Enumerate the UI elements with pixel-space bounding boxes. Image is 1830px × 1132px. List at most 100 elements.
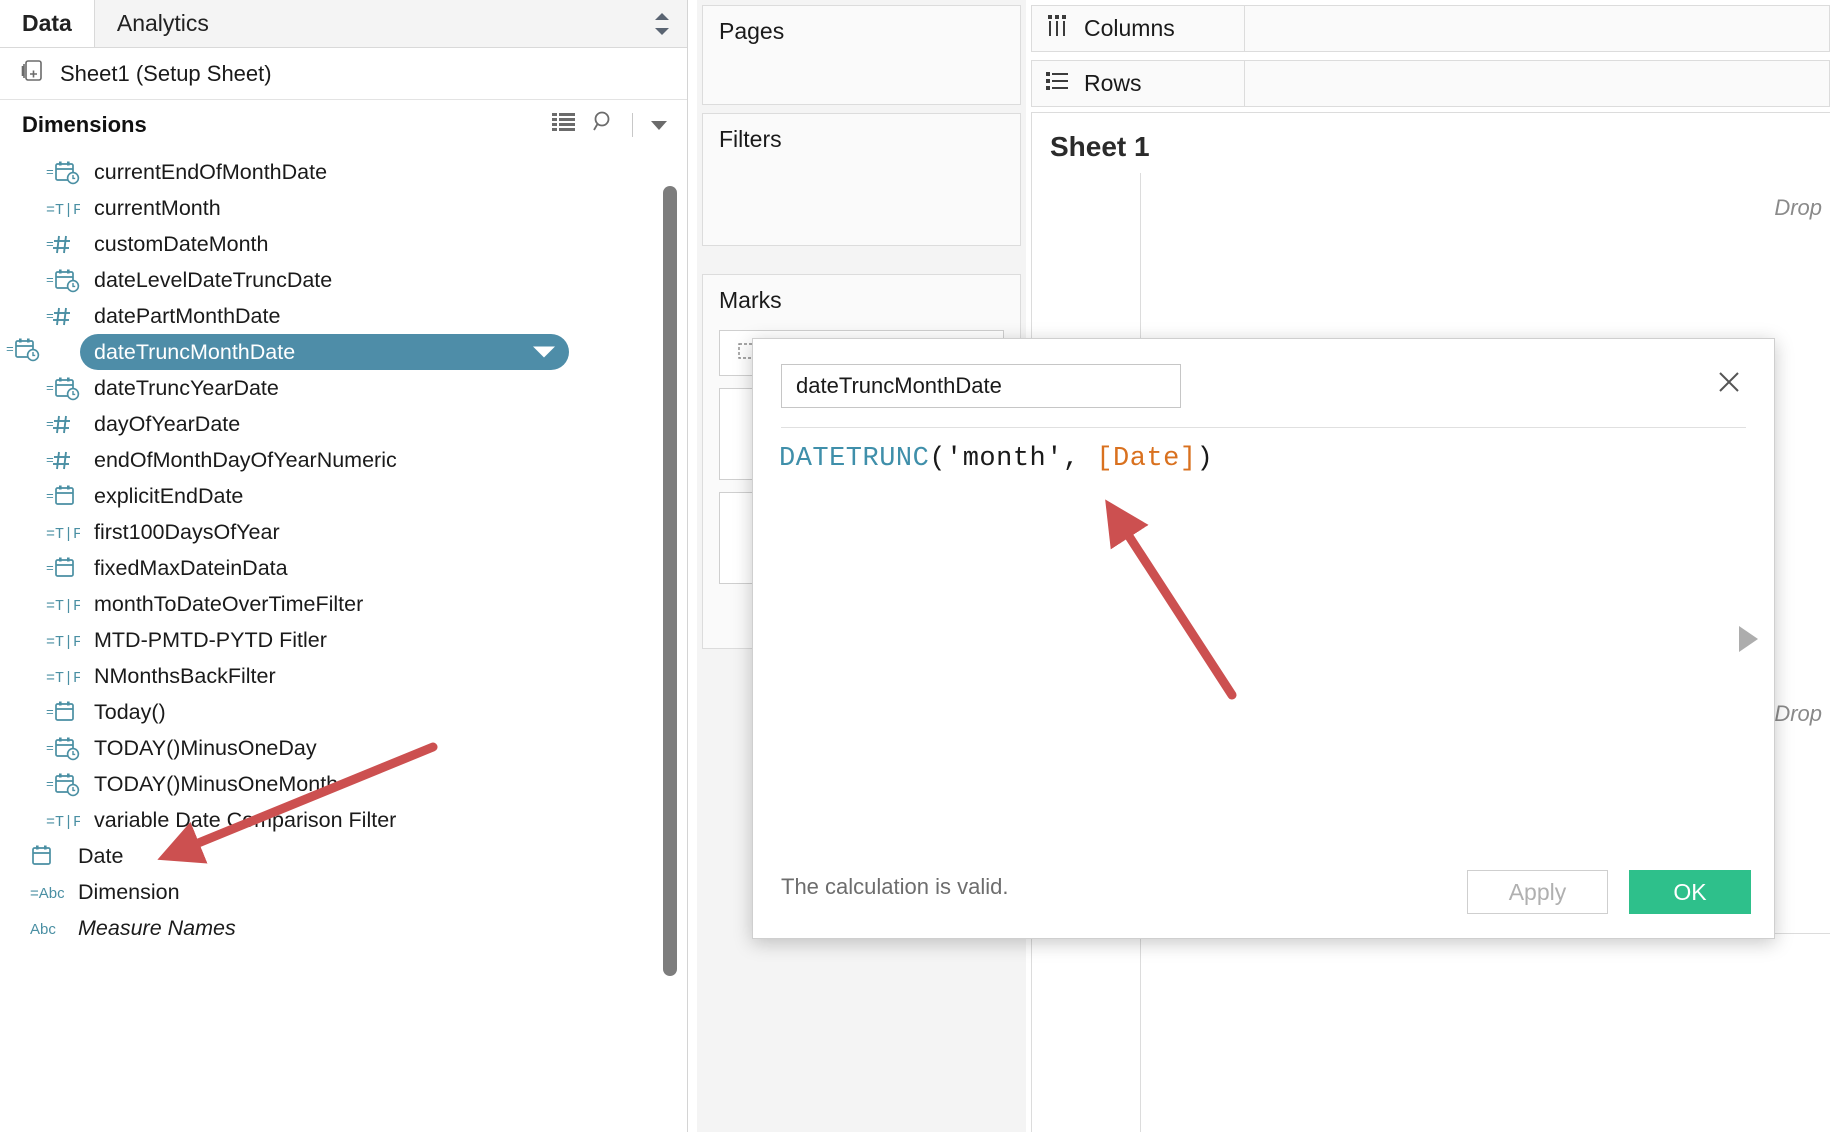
calculation-name-input[interactable]	[781, 364, 1181, 408]
tableau-worksheet: Data Analytics Sheet1 (Setup Sheet) Dime…	[0, 0, 1830, 1132]
filters-shelf[interactable]: Filters	[702, 113, 1021, 246]
svg-text:=: =	[46, 561, 54, 576]
number-hash-icon: =	[46, 303, 80, 329]
search-icon[interactable]	[592, 110, 616, 140]
field-row[interactable]: =T|F monthToDateOverTimeFilter	[0, 586, 687, 622]
columns-drop-zone[interactable]	[1245, 6, 1829, 51]
ok-button[interactable]: OK	[1629, 870, 1751, 914]
svg-text:=Abc: =Abc	[30, 885, 64, 902]
field-row[interactable]: = dateTruncYearDate	[0, 370, 687, 406]
svg-text:=: =	[46, 453, 54, 468]
field-row[interactable]: =T|F NMonthsBackFilter	[0, 658, 687, 694]
field-row[interactable]: = fixedMaxDateinData	[0, 550, 687, 586]
drop-hint-top[interactable]: Drop	[1774, 195, 1822, 221]
field-row[interactable]: Abc Measure Names	[0, 910, 687, 946]
tab-analytics[interactable]: Analytics	[93, 0, 687, 47]
svg-text:=: =	[46, 381, 54, 396]
field-row[interactable]: = explicitEndDate	[0, 478, 687, 514]
calendar-icon	[30, 843, 64, 869]
field-label: NMonthsBackFilter	[94, 663, 276, 688]
svg-text:=: =	[46, 309, 54, 324]
svg-text:=: =	[46, 417, 54, 432]
marks-label: Marks	[719, 287, 782, 313]
sheet-title: Sheet 1	[1050, 131, 1150, 162]
rows-drop-zone[interactable]	[1245, 61, 1829, 106]
field-label: currentMonth	[94, 195, 221, 220]
field-label: monthToDateOverTimeFilter	[94, 591, 364, 616]
datasource-icon	[20, 58, 46, 90]
field-row[interactable]: = datePartMonthDate	[0, 298, 687, 334]
field-label: TODAY()MinusOneDay	[94, 735, 317, 760]
svg-text:=: =	[46, 165, 54, 180]
grid-view-icon[interactable]	[552, 112, 576, 138]
field-row[interactable]: = dateLevelDateTruncDate	[0, 262, 687, 298]
svg-text:=T|F: =T|F	[46, 670, 80, 687]
formula-string-arg: 'month'	[946, 444, 1063, 474]
datasource-row[interactable]: Sheet1 (Setup Sheet)	[0, 48, 687, 100]
field-label: TODAY()MinusOneMonth	[94, 771, 339, 796]
field-row[interactable]: = dateTruncMonthDate	[6, 334, 569, 370]
field-row[interactable]: =T|F first100DaysOfYear	[0, 514, 687, 550]
filters-label: Filters	[719, 126, 782, 152]
dialog-separator	[781, 427, 1746, 428]
close-icon[interactable]	[1708, 361, 1750, 403]
svg-text:=: =	[46, 777, 54, 792]
svg-text:=: =	[6, 342, 14, 357]
dimensions-title: Dimensions	[22, 112, 147, 137]
expand-triangle-icon[interactable]	[1739, 625, 1758, 652]
formula-field-ref: [Date]	[1096, 444, 1197, 474]
field-label: Dimension	[78, 879, 180, 904]
rows-shelf[interactable]: Rows	[1031, 60, 1830, 107]
rows-label: Rows	[1084, 70, 1142, 96]
field-dropdown-chevron-icon[interactable]	[533, 346, 555, 358]
pane-tab-strip: Data Analytics	[0, 0, 687, 48]
field-row[interactable]: = Today()	[0, 694, 687, 730]
field-row[interactable]: = TODAY()MinusOneMonth	[0, 766, 687, 802]
formula-function: DATETRUNC	[779, 444, 930, 474]
boolean-tf-icon: =T|F	[46, 519, 80, 545]
tab-data-label: Data	[22, 10, 72, 36]
field-row[interactable]: = dayOfYearDate	[0, 406, 687, 442]
rows-shelf-label-group: Rows	[1032, 61, 1245, 106]
svg-text:=: =	[46, 705, 54, 720]
field-label: Today()	[94, 699, 166, 724]
svg-text:=: =	[46, 489, 54, 504]
field-row[interactable]: =T|F currentMonth	[0, 190, 687, 226]
field-row[interactable]: = TODAY()MinusOneDay	[0, 730, 687, 766]
field-label: Measure Names	[78, 915, 236, 940]
tab-data[interactable]: Data	[0, 0, 94, 47]
sort-updown-icon[interactable]	[655, 12, 669, 35]
svg-text:=T|F: =T|F	[46, 814, 80, 831]
calendar-icon: =	[46, 555, 80, 581]
field-label: fixedMaxDateinData	[94, 555, 288, 580]
formula-open-paren: (	[929, 444, 947, 474]
field-row[interactable]: =T|F variable Date Comparison Filter	[0, 802, 687, 838]
field-label: endOfMonthDayOfYearNumeric	[94, 447, 397, 472]
calendar-clock-icon: =	[6, 336, 40, 368]
svg-text:Abc: Abc	[30, 921, 56, 938]
field-row[interactable]: = currentEndOfMonthDate	[0, 154, 687, 190]
field-row[interactable]: =T|F MTD-PMTD-PYTD Fitler	[0, 622, 687, 658]
field-row[interactable]: = endOfMonthDayOfYearNumeric	[0, 442, 687, 478]
calendar-clock-icon: =	[46, 375, 80, 401]
pages-shelf[interactable]: Pages	[702, 5, 1021, 105]
boolean-tf-icon: =T|F	[46, 627, 80, 653]
toolbar-divider	[632, 113, 633, 137]
columns-label: Columns	[1084, 15, 1175, 41]
data-pane-scrollbar[interactable]	[663, 186, 677, 976]
drop-hint-bottom[interactable]: Drop	[1774, 701, 1822, 727]
chevron-down-icon[interactable]	[649, 112, 669, 138]
field-row[interactable]: =Abc Dimension	[0, 874, 687, 910]
calendar-clock-icon: =	[46, 771, 80, 797]
datasource-label: Sheet1 (Setup Sheet)	[60, 60, 272, 86]
field-row[interactable]: Date	[0, 838, 687, 874]
field-row[interactable]: = customDateMonth	[0, 226, 687, 262]
number-hash-icon: =	[46, 411, 80, 437]
formula-editor[interactable]: DATETRUNC('month', [Date])	[779, 444, 1714, 474]
apply-button[interactable]: Apply	[1467, 870, 1608, 914]
columns-shelf[interactable]: Columns	[1031, 5, 1830, 52]
formula-comma: ,	[1062, 444, 1097, 474]
dimensions-field-list: = currentEndOfMonthDate =T|F currentMonth = c…	[0, 150, 687, 946]
svg-text:=T|F: =T|F	[46, 202, 80, 219]
svg-text:=: =	[46, 237, 54, 252]
